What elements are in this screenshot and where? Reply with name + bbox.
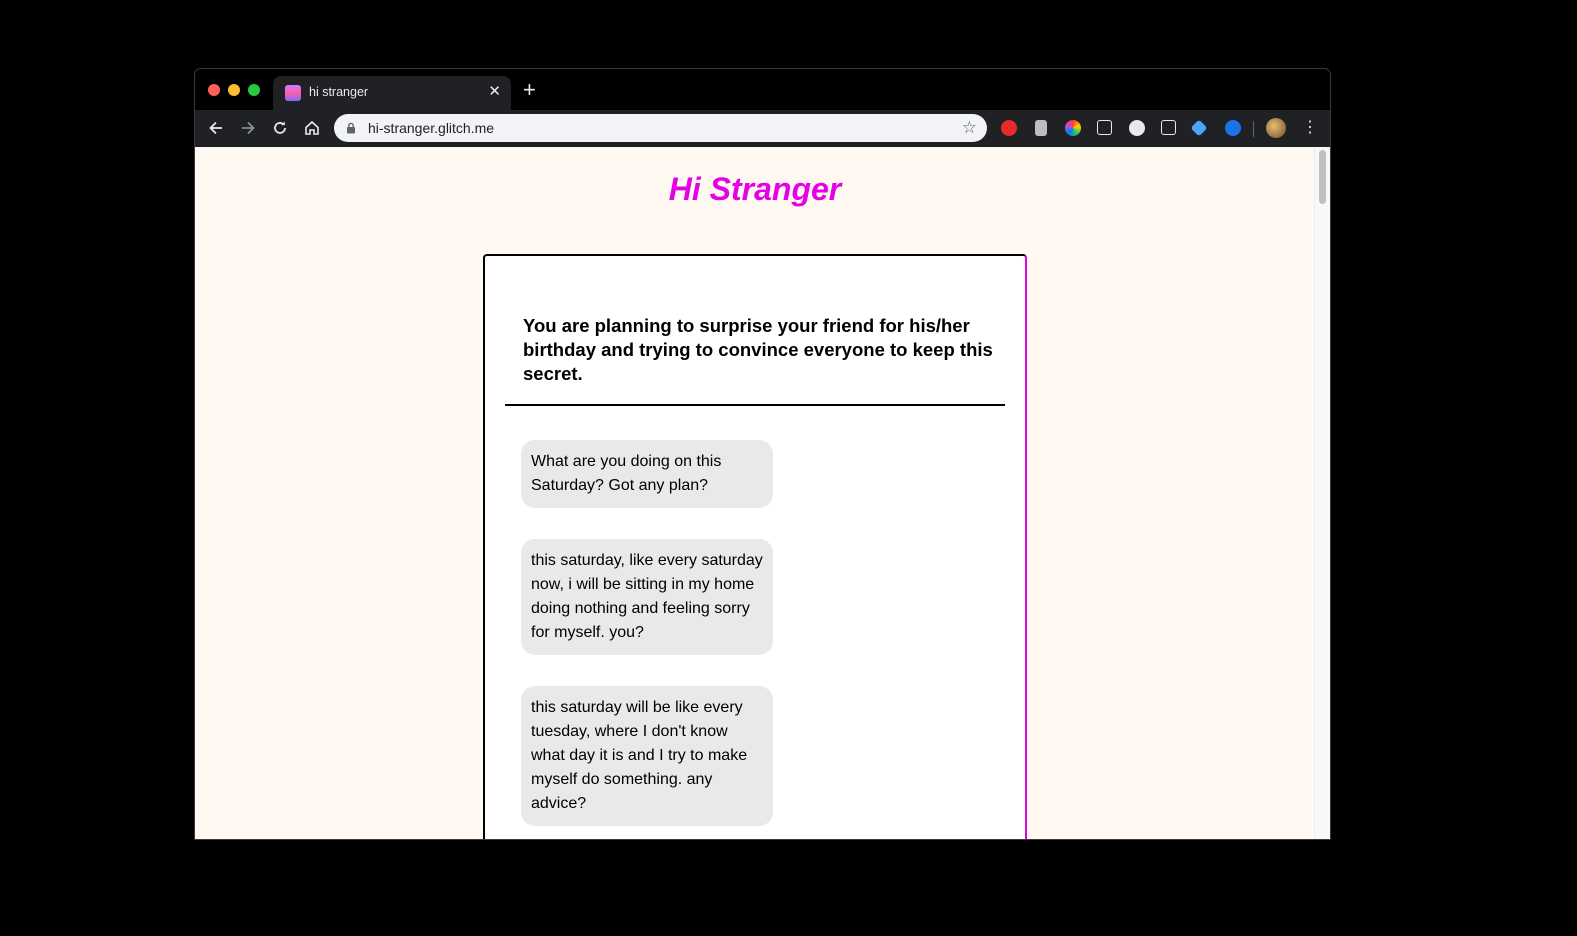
- browser-menu-icon[interactable]: ⋮: [1302, 119, 1318, 137]
- divider: [505, 404, 1005, 406]
- address-bar[interactable]: hi-stranger.glitch.me ☆: [334, 114, 987, 142]
- tab-hi-stranger[interactable]: hi stranger ✕: [273, 76, 511, 110]
- tab-close-icon[interactable]: ✕: [488, 83, 501, 101]
- diamond-icon[interactable]: [1190, 119, 1208, 137]
- cb-icon[interactable]: [1161, 120, 1176, 135]
- close-window-button[interactable]: [208, 84, 220, 96]
- page-title: Hi Stranger: [668, 171, 842, 207]
- reload-icon[interactable]: [270, 118, 290, 138]
- maximize-window-button[interactable]: [248, 84, 260, 96]
- bookmark-star-icon[interactable]: ☆: [962, 119, 977, 137]
- scrollbar-thumb[interactable]: [1319, 150, 1326, 204]
- tab-title: hi stranger: [309, 85, 369, 99]
- favicon-icon: [285, 85, 301, 101]
- toolbar-separator: [1253, 121, 1254, 137]
- tab-strip: hi stranger ✕ +: [195, 69, 1330, 110]
- color-wheel-icon[interactable]: [1065, 120, 1081, 136]
- profile-avatar[interactable]: [1266, 118, 1286, 138]
- lock-icon: [347, 122, 355, 134]
- 1password-icon[interactable]: [1129, 120, 1145, 136]
- message-bubble: What are you doing on this Saturday? Got…: [521, 440, 773, 508]
- museum-icon[interactable]: [1225, 120, 1241, 136]
- message-bubble: this saturday, like every saturday now, …: [521, 539, 773, 655]
- chat-card: You are planning to surprise your friend…: [483, 254, 1027, 839]
- home-icon[interactable]: [302, 118, 322, 138]
- scrollbar[interactable]: [1314, 147, 1330, 839]
- new-tab-button[interactable]: +: [523, 79, 536, 101]
- page-viewport: Hi Stranger You are planning to surprise…: [195, 147, 1330, 839]
- document-icon[interactable]: [1035, 120, 1047, 136]
- url-text: hi-stranger.glitch.me: [368, 120, 495, 136]
- notion-icon[interactable]: [1097, 120, 1112, 135]
- message-bubble: this saturday will be like every tuesday…: [521, 686, 773, 826]
- browser-window: hi stranger ✕ + hi-stranger.glitch.me ☆: [195, 69, 1330, 839]
- red-hand-icon[interactable]: [1001, 120, 1017, 136]
- forward-icon[interactable]: [238, 118, 258, 138]
- browser-toolbar: hi-stranger.glitch.me ☆ ⋮: [195, 110, 1330, 147]
- scenario-prompt: You are planning to surprise your friend…: [523, 315, 993, 384]
- minimize-window-button[interactable]: [228, 84, 240, 96]
- back-icon[interactable]: [206, 118, 226, 138]
